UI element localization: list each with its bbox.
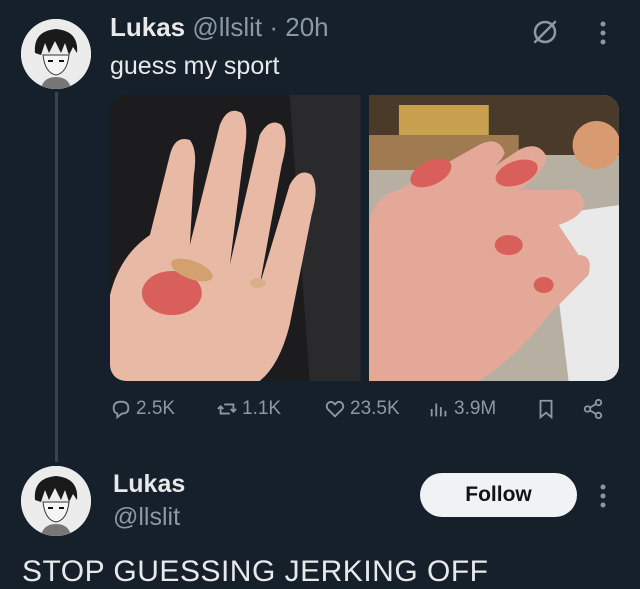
- bookmark-icon: [539, 399, 553, 420]
- separator: ·: [262, 12, 286, 42]
- avatar[interactable]: [21, 466, 91, 536]
- grok-icon[interactable]: [530, 17, 560, 52]
- photo-right[interactable]: [368, 95, 619, 381]
- avatar-illustration: [21, 466, 91, 536]
- share-button[interactable]: [582, 398, 604, 420]
- profile-handle[interactable]: @llslit: [113, 503, 180, 532]
- like-button[interactable]: 23.5K: [324, 398, 400, 420]
- view-count: 3.9M: [454, 398, 497, 419]
- tweet-actions: 2.5K 1.1K 23.5K 3.9M: [110, 398, 620, 430]
- bookmark-button[interactable]: [535, 398, 557, 420]
- timestamp[interactable]: 20h: [285, 12, 328, 42]
- like-icon: [325, 400, 345, 418]
- reply-count: 2.5K: [136, 398, 176, 419]
- share-icon: [583, 398, 603, 420]
- author-handle[interactable]: @llslit: [192, 12, 262, 42]
- thread-connector-line: [55, 92, 58, 462]
- photo-left[interactable]: [110, 95, 361, 381]
- reply-icon: [112, 400, 130, 420]
- profile-name[interactable]: Lukas: [113, 470, 185, 499]
- author-name[interactable]: Lukas: [110, 12, 185, 42]
- more-icon[interactable]: [598, 483, 608, 514]
- avatar-illustration: [21, 19, 91, 89]
- reply-button[interactable]: 2.5K: [110, 398, 175, 420]
- repost-button[interactable]: 1.1K: [216, 398, 281, 420]
- media-grid: [110, 95, 619, 381]
- views-icon: [430, 403, 447, 417]
- follow-button[interactable]: Follow: [420, 473, 577, 517]
- tweet-text: guess my sport: [110, 52, 280, 80]
- avatar[interactable]: [21, 19, 91, 89]
- tweet-header: Lukas @llslit · 20h: [110, 12, 329, 43]
- repost-count: 1.1K: [242, 398, 282, 419]
- repost-icon: [217, 403, 237, 415]
- profile-bio: STOP GUESSING JERKING OFF: [22, 555, 489, 588]
- like-count: 23.5K: [350, 398, 400, 419]
- more-icon[interactable]: [598, 20, 608, 51]
- views-button[interactable]: 3.9M: [428, 398, 496, 420]
